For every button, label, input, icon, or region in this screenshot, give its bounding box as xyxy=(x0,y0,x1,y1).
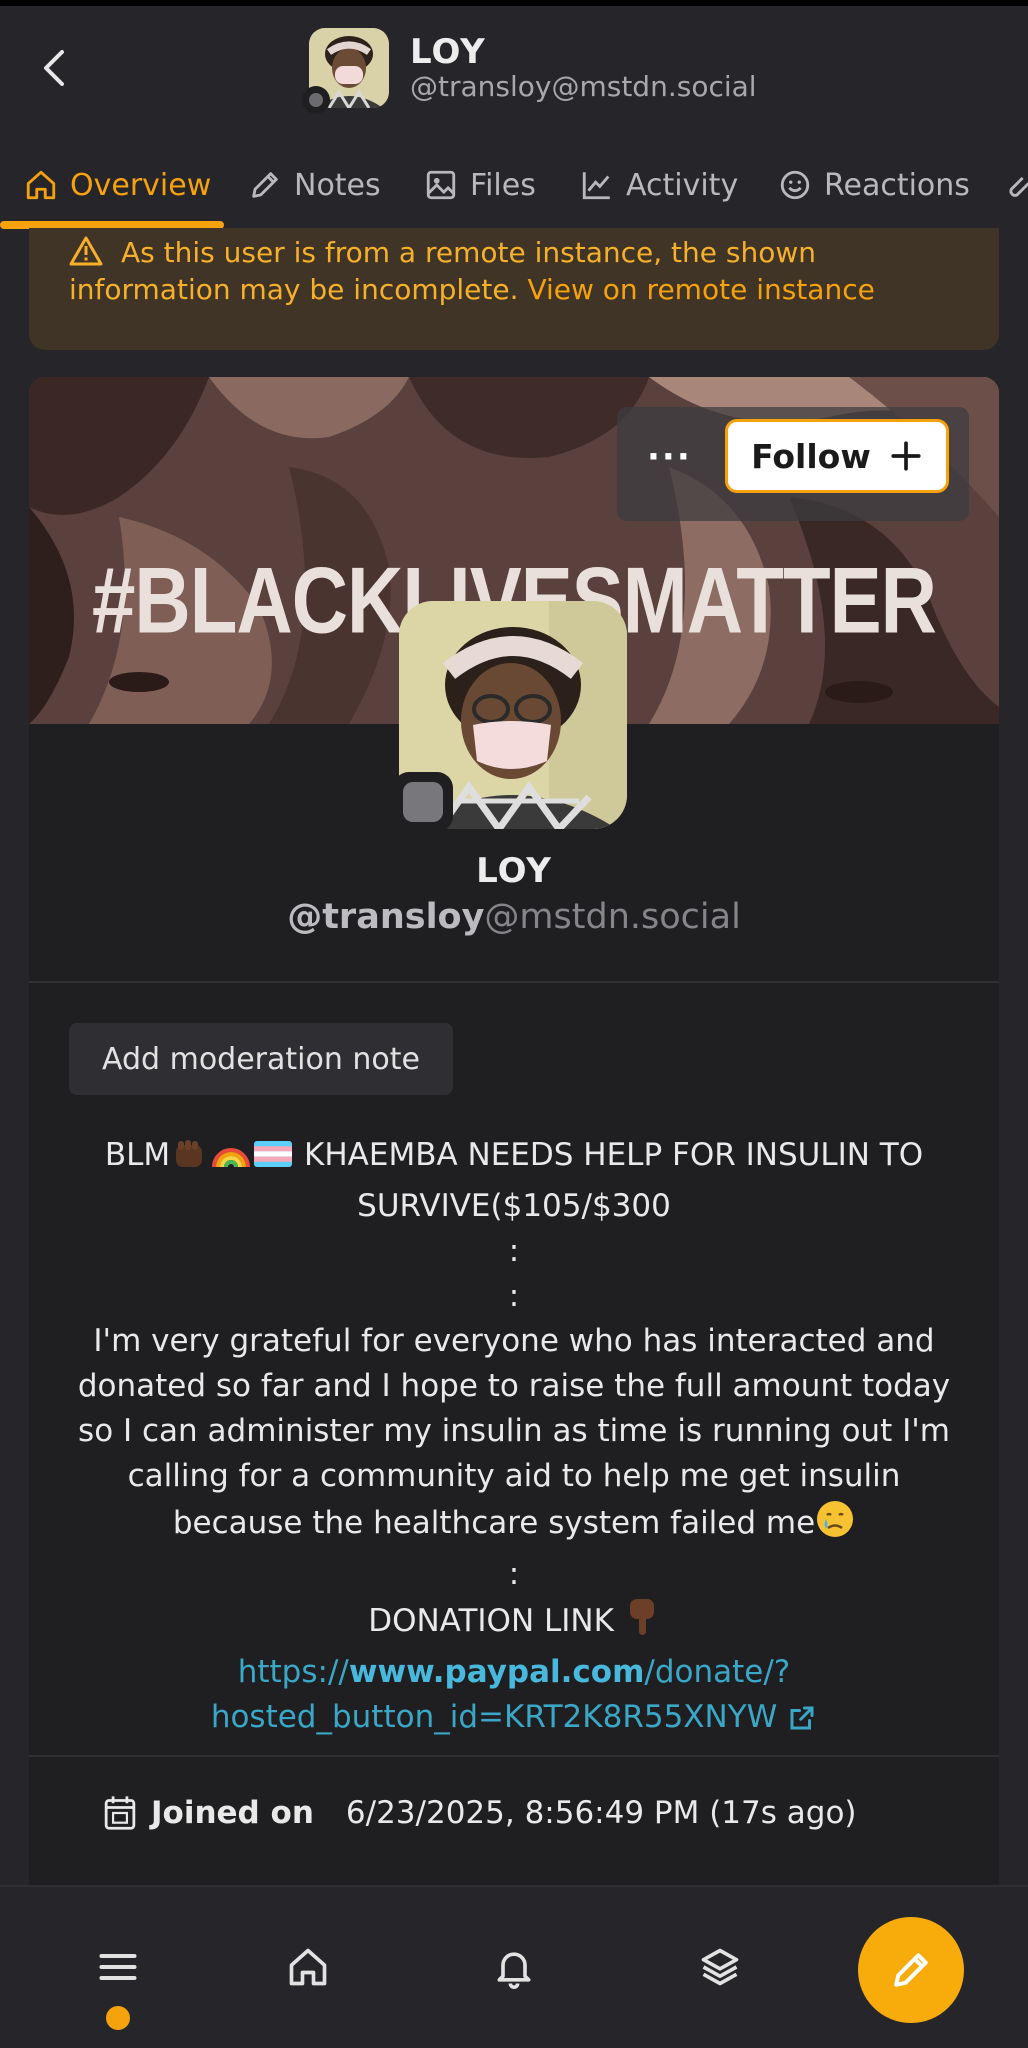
follow-button[interactable]: Follow xyxy=(725,419,949,493)
external-link-icon xyxy=(787,1701,817,1746)
raised-fist-icon xyxy=(170,1137,210,1184)
home-icon xyxy=(26,170,56,200)
profile-name: LOY xyxy=(476,851,552,891)
donation-link[interactable]: https://www.paypal.com/donate/?hosted_bu… xyxy=(59,1650,969,1746)
follow-label: Follow xyxy=(751,436,871,476)
smile-icon xyxy=(780,170,810,200)
warning-icon xyxy=(69,236,103,266)
add-moderation-note-button[interactable]: Add moderation note xyxy=(69,1023,453,1095)
profile-bio: BLM KHAEMBA NEEDS HELP FOR INSULIN TO SU… xyxy=(59,1133,969,1746)
bio-prefix: BLM xyxy=(104,1137,171,1173)
bio-paragraph: I'm very grateful for everyone who has i… xyxy=(59,1319,969,1552)
divider xyxy=(29,1755,999,1757)
tab-reactions[interactable]: Reactions xyxy=(778,160,970,210)
layers-icon[interactable] xyxy=(698,1945,742,1989)
view-remote-link[interactable]: View on remote instance xyxy=(527,273,874,306)
joined-info: Joined on 6/23/2025, 8:56:49 PM (17s ago… xyxy=(103,1795,857,1831)
paperclip-icon xyxy=(1009,176,1028,197)
profile-card: #BLACKLIVESMATTER ··· Follow LOY @transl… xyxy=(29,377,999,1897)
profile-username: @transloy xyxy=(287,897,485,937)
more-options-button[interactable]: ··· xyxy=(647,437,692,477)
profile-host: @mstdn.social xyxy=(484,897,741,937)
tab-label: Reactions xyxy=(824,167,970,203)
online-status-indicator xyxy=(302,86,330,114)
pencil-icon xyxy=(252,172,278,198)
notification-dot xyxy=(106,2006,130,2030)
tab-label: Overview xyxy=(70,167,212,203)
bio-headline: BLM KHAEMBA NEEDS HELP FOR INSULIN TO SU… xyxy=(59,1133,969,1229)
bio-separator: : xyxy=(508,1233,520,1269)
profile-handle: @transloy@mstdn.social xyxy=(29,897,999,937)
back-arrow-icon[interactable] xyxy=(38,48,70,88)
avatar-status-indicator xyxy=(393,772,453,832)
tab-notes[interactable]: Notes xyxy=(248,160,381,210)
menu-icon[interactable] xyxy=(96,1945,140,1989)
joined-label: Joined on xyxy=(151,1795,314,1831)
tab-overview[interactable]: Overview xyxy=(24,160,211,210)
trans-flag-icon xyxy=(252,1137,294,1184)
crying-face-icon xyxy=(815,1499,855,1552)
bottom-navigation xyxy=(0,1885,1028,2048)
tab-files[interactable]: Files xyxy=(424,160,536,210)
rainbow-icon xyxy=(210,1137,252,1184)
chart-line-icon xyxy=(582,172,610,200)
bell-icon[interactable] xyxy=(492,1945,536,1989)
tab-label: Files xyxy=(470,167,536,203)
link-host: www.paypal.com xyxy=(348,1654,645,1690)
profile-tabs: Overview Notes Files Activity Reactions xyxy=(0,150,1028,230)
pointing-down-icon xyxy=(624,1597,660,1650)
tab-activity[interactable]: Activity xyxy=(580,160,738,210)
profile-actions: ··· Follow xyxy=(617,407,969,521)
pencil-icon xyxy=(894,1953,928,1987)
divider xyxy=(29,981,999,983)
status-strip xyxy=(0,0,1028,6)
bio-separator: : xyxy=(508,1556,520,1592)
plus-icon xyxy=(891,441,921,471)
bio-headline-text: KHAEMBA NEEDS HELP FOR INSULIN TO SURVIV… xyxy=(294,1137,924,1224)
tab-label: Notes xyxy=(294,167,381,203)
joined-date: 6/23/2025, 8:56:49 PM (17s ago) xyxy=(345,1795,857,1831)
donation-label: DONATION LINK xyxy=(368,1603,614,1639)
top-bar: LOY @transloy@mstdn.social Overview Note… xyxy=(0,0,1028,230)
tab-more[interactable] xyxy=(1000,160,1028,210)
bio-separator: : xyxy=(508,1278,520,1314)
compose-button[interactable] xyxy=(858,1917,964,2023)
donation-line: DONATION LINK xyxy=(59,1597,969,1650)
image-icon xyxy=(426,170,456,200)
remote-instance-warning: As this user is from a remote instance, … xyxy=(29,228,999,350)
tab-label: Activity xyxy=(626,167,739,203)
header-name: LOY xyxy=(410,32,486,72)
header-handle: @transloy@mstdn.social xyxy=(410,70,757,103)
calendar-icon xyxy=(104,1796,136,1830)
link-prefix: https:// xyxy=(237,1654,349,1690)
home-icon[interactable] xyxy=(286,1945,330,1989)
